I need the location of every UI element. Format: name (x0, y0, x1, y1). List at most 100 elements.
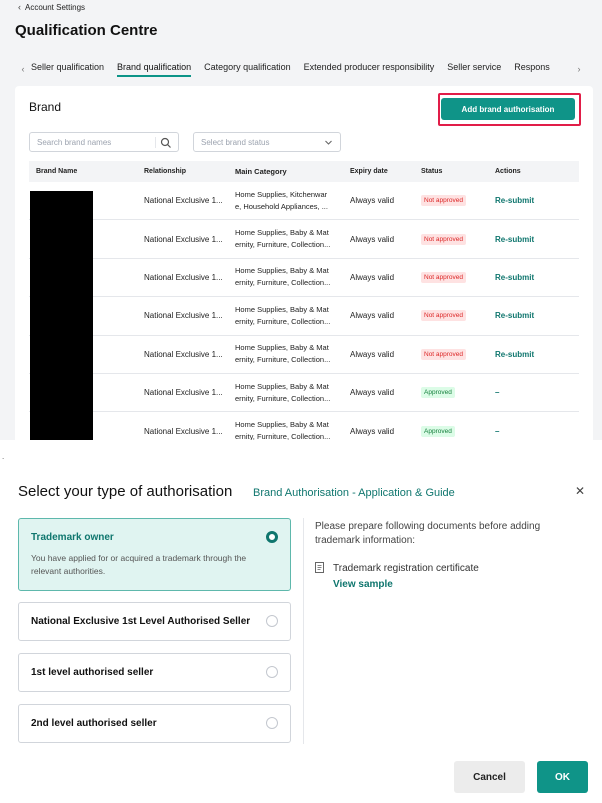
expiry-cell: Always valid (350, 426, 395, 436)
add-brand-authorisation-button[interactable]: Add brand authorisation (441, 98, 575, 120)
status-cell: Not approved (421, 233, 495, 245)
relationship-cell: National Exclusive 1... (144, 349, 223, 359)
option-national-exclusive-seller[interactable]: National Exclusive 1st Level Authorised … (18, 602, 291, 641)
view-sample-link[interactable]: View sample (333, 579, 393, 590)
close-icon[interactable]: ✕ (575, 484, 585, 498)
brand-card: Brand Add brand authorisation Search bra… (15, 86, 593, 440)
brand-search-input[interactable]: Search brand names (29, 132, 179, 152)
col-relationship: Relationship (144, 168, 187, 175)
option-label: Trademark owner (31, 532, 114, 543)
table-row: National Exclusive 1... Home Supplies, B… (29, 412, 579, 440)
status-cell: Not approved (421, 195, 495, 207)
expiry-cell: Always valid (350, 234, 395, 244)
table-row: National Exclusive 1... Home Supplies, B… (29, 374, 579, 413)
status-badge: Approved (421, 425, 455, 437)
category-line: ernity, Furniture, Collection... (235, 393, 331, 403)
expiry-cell: Always valid (350, 311, 395, 321)
tab-seller-qualification[interactable]: Seller qualification (31, 62, 104, 77)
brand-table: Brand Name Relationship Main Category Ex… (29, 161, 579, 440)
relationship-cell: National Exclusive 1... (144, 388, 223, 398)
table-row: National Exclusive 1... Home Supplies, B… (29, 297, 579, 336)
status-badge: Not approved (421, 271, 467, 283)
tab-extended-producer-responsibility[interactable]: Extended producer responsibility (304, 62, 435, 77)
qualification-tabs: ‹ Seller qualification Brand qualificati… (15, 58, 593, 80)
tab-responsibility[interactable]: Respons (514, 62, 550, 77)
chevron-left-icon: ‹ (18, 2, 21, 12)
category-line: Home Supplies, Baby & Mat (235, 381, 329, 391)
category-line: Home Supplies, Baby & Mat (235, 266, 329, 276)
option-label: 2nd level authorised seller (31, 718, 157, 729)
status-badge: Not approved (421, 310, 467, 322)
vertical-divider (303, 518, 304, 744)
search-placeholder: Search brand names (37, 137, 112, 147)
relationship-cell: National Exclusive 1... (144, 234, 223, 244)
tab-seller-service[interactable]: Seller service (447, 62, 501, 77)
radio-icon[interactable] (266, 717, 278, 729)
search-icon[interactable] (160, 137, 172, 149)
table-header: Brand Name Relationship Main Category Ex… (29, 161, 579, 182)
search-divider (155, 137, 156, 148)
status-badge: Not approved (421, 348, 467, 360)
brand-status-select[interactable]: Select brand status (193, 132, 341, 152)
actions-cell: – (495, 388, 575, 397)
option-1st-level-seller[interactable]: 1st level authorised seller (18, 653, 291, 692)
document-icon (315, 562, 324, 573)
option-label: 1st level authorised seller (31, 667, 154, 678)
redacted-brand-names (30, 191, 93, 440)
actions-cell: Re-submit (495, 196, 575, 205)
category-cell: Home Supplies, Baby & Mat ernity, Furnitu… (235, 381, 350, 405)
tab-category-qualification[interactable]: Category qualification (204, 62, 291, 77)
expiry-cell: Always valid (350, 272, 395, 282)
category-cell: Home Supplies, Baby & Mat ernity, Furnitu… (235, 265, 350, 289)
resubmit-link[interactable]: Re-submit (495, 350, 534, 359)
category-cell: Home Supplies, Baby & Mat ernity, Furnitu… (235, 227, 350, 251)
relationship-cell: National Exclusive 1... (144, 311, 223, 321)
status-cell: Not approved (421, 271, 495, 283)
category-line: e, Household Appliances, ... (235, 201, 328, 211)
relationship-cell: National Exclusive 1... (144, 272, 223, 282)
back-link[interactable]: ‹ Account Settings (18, 2, 85, 12)
category-line: ernity, Furniture, Collection... (235, 240, 331, 250)
ok-button[interactable]: OK (537, 761, 588, 793)
category-cell: Home Supplies, Baby & Mat ernity, Furnitu… (235, 304, 350, 328)
tab-brand-qualification[interactable]: Brand qualification (117, 62, 192, 77)
col-expiry-date: Expiry date (350, 168, 388, 175)
category-cell: Home Supplies, Baby & Mat ernity, Furnitu… (235, 342, 350, 366)
option-trademark-owner[interactable]: Trademark owner You have applied for or … (18, 518, 291, 591)
expiry-cell: Always valid (350, 196, 395, 206)
cancel-button[interactable]: Cancel (454, 761, 525, 793)
actions-cell: – (495, 427, 575, 436)
category-cell: Home Supplies, Kitchenwar e, Household Ap… (235, 189, 350, 213)
option-2nd-level-seller[interactable]: 2nd level authorised seller (18, 704, 291, 743)
table-row: National Exclusive 1... Home Supplies, B… (29, 336, 579, 374)
status-cell: Approved (421, 387, 495, 399)
col-actions: Actions (495, 168, 521, 175)
table-row: National Exclusive 1... Home Supplies, K… (29, 182, 579, 221)
resubmit-link[interactable]: Re-submit (495, 311, 534, 320)
status-badge: Approved (421, 387, 455, 399)
category-line: Home Supplies, Baby & Mat (235, 343, 329, 353)
radio-icon[interactable] (266, 666, 278, 678)
resubmit-link[interactable]: Re-submit (495, 273, 534, 282)
radio-selected-icon[interactable] (266, 531, 278, 543)
tabs-scroll-right-icon[interactable]: › (571, 64, 587, 74)
category-line: ernity, Furniture, Collection... (235, 316, 331, 326)
option-label: National Exclusive 1st Level Authorised … (31, 616, 251, 627)
radio-icon[interactable] (266, 615, 278, 627)
resubmit-link[interactable]: Re-submit (495, 235, 534, 244)
actions-cell: Re-submit (495, 311, 575, 320)
modal-title: Select your type of authorisation (18, 483, 233, 500)
status-cell: Not approved (421, 348, 495, 360)
tabs-track: Seller qualification Brand qualification… (31, 62, 571, 77)
category-line: Home Supplies, Baby & Mat (235, 420, 329, 430)
option-description: You have applied for or acquired a trade… (31, 553, 247, 576)
status-badge: Not approved (421, 233, 467, 245)
guide-link[interactable]: Brand Authorisation - Application & Guid… (253, 487, 455, 499)
tabs-scroll-left-icon[interactable]: ‹ (15, 64, 31, 74)
expiry-cell: Always valid (350, 349, 395, 359)
category-cell: Home Supplies, Baby & Mat ernity, Furnitu… (235, 419, 350, 440)
relationship-cell: National Exclusive 1... (144, 426, 223, 436)
resubmit-link[interactable]: Re-submit (495, 196, 534, 205)
brand-title: Brand (29, 100, 62, 114)
document-name: Trademark registration certificate (333, 563, 479, 574)
